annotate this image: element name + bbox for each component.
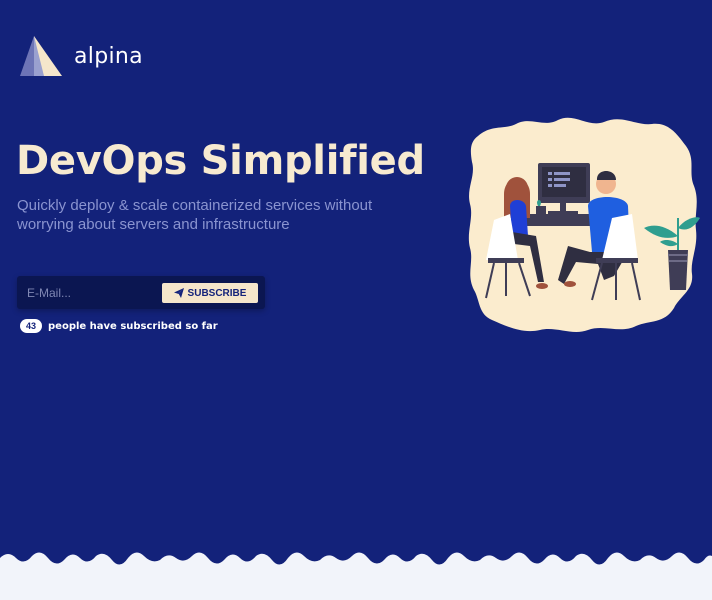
logo[interactable]: alpina: [20, 35, 143, 77]
subscriber-count-badge: 43: [20, 319, 43, 333]
hero-title: DevOps Simplified: [16, 138, 425, 184]
logo-text: alpina: [74, 43, 143, 69]
subscribe-button-label: SUBSCRIBE: [187, 287, 247, 299]
paper-plane-icon: [173, 288, 184, 298]
team-working-illustration: [468, 117, 700, 332]
subscribe-button[interactable]: SUBSCRIBE: [162, 283, 258, 303]
footer-wave: [0, 552, 712, 600]
subscribe-form: SUBSCRIBE: [17, 276, 265, 309]
hero-subtitle: Quickly deploy & scale containerized ser…: [17, 197, 373, 233]
email-input[interactable]: [17, 276, 157, 309]
logo-mark-icon: [20, 36, 62, 76]
subscriber-count-text: people have subscribed so far: [48, 320, 218, 332]
subscriber-count-row: 43 people have subscribed so far: [20, 319, 218, 333]
